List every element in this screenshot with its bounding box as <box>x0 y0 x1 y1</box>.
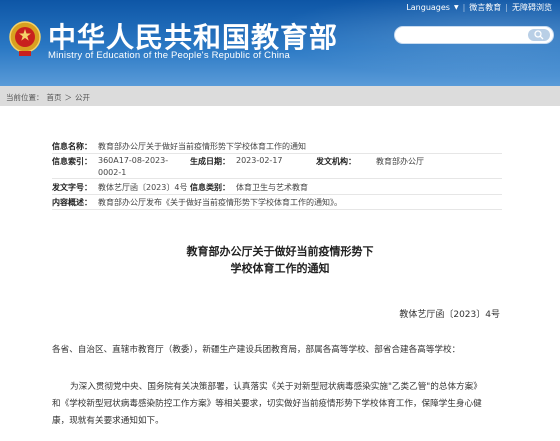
meta-value: 360A17-08-2023- <box>98 156 169 165</box>
national-emblem-icon <box>9 21 41 56</box>
body-paragraph-line3: 康，现就有关要求通知如下。 <box>52 416 164 426</box>
meta-label: 发文字号： <box>52 183 92 192</box>
top-links: Languages ▼ | 微言教育 | 无障碍浏览 <box>406 0 552 14</box>
meta-value: 教育部办公厅发布《关于做好当前疫情形势下学校体育工作的通知》。 <box>98 198 342 207</box>
document-number: 教体艺厅函〔2023〕4号 <box>399 310 500 320</box>
meta-row-summary: 内容概述： 教育部办公厅发布《关于做好当前疫情形势下学校体育工作的通知》。 <box>52 194 502 210</box>
divider: | <box>505 2 508 12</box>
breadcrumb-prefix: 当前位置： <box>6 93 44 102</box>
meta-label: 发文机构： <box>316 157 356 166</box>
meta-value: 教育部办公厅 <box>376 157 424 166</box>
breadcrumb: 当前位置： 首页＞公开 <box>6 92 93 103</box>
breadcrumb-home-link[interactable]: 首页 <box>47 93 62 102</box>
search-input[interactable] <box>394 26 554 44</box>
search-icon <box>534 30 544 40</box>
breadcrumb-separator: ＞ <box>64 93 73 102</box>
document-title-line2: 学校体育工作的通知 <box>230 262 330 275</box>
accessibility-link[interactable]: 无障碍浏览 <box>512 2 552 13</box>
search-button[interactable] <box>528 29 550 41</box>
body-paragraph: 为深入贯彻党中央、国务院有关决策部署，认真落实《关于对新型冠状病毒感染实施"乙类… <box>70 382 482 392</box>
meta-label: 内容概述： <box>52 198 92 207</box>
meta-value: 教育部办公厅关于做好当前疫情形势下学校体育工作的通知 <box>98 142 306 151</box>
breadcrumb-public-link[interactable]: 公开 <box>75 93 90 102</box>
chevron-down-icon[interactable]: ▼ <box>454 4 459 11</box>
meta-value: 教体艺厅函〔2023〕4号 <box>98 183 188 192</box>
site-subtitle: Ministry of Education of the People's Re… <box>48 50 290 61</box>
meta-row-index: 信息索引： 360A17-08-2023- 0002-1 生成日期： 2023-… <box>52 153 502 179</box>
document-title: 教育部办公厅关于做好当前疫情形势下 <box>186 245 374 258</box>
body-paragraph-line2: 和《学校新型冠状病毒感染防控工作方案》等相关要求，切实做好当前疫情形势下学校体育… <box>52 399 482 409</box>
meta-value: 0002-1 <box>98 168 127 177</box>
languages-link[interactable]: Languages <box>406 3 450 12</box>
meta-value: 体育卫生与艺术教育 <box>236 183 308 192</box>
meta-label: 信息名称： <box>52 142 92 151</box>
meta-label: 信息索引： <box>52 157 92 166</box>
meta-row-info-name: 信息名称： 教育部办公厅关于做好当前疫情形势下学校体育工作的通知 <box>52 138 502 154</box>
meta-row-docno: 发文字号： 教体艺厅函〔2023〕4号 信息类别： 体育卫生与艺术教育 <box>52 179 502 195</box>
site-header: 中华人民共和国教育部 Ministry of Education of the … <box>0 0 560 86</box>
meta-label: 信息类别： <box>190 183 230 192</box>
meta-label: 生成日期： <box>190 157 230 166</box>
divider: | <box>462 2 466 12</box>
meta-value: 2023-02-17 <box>236 156 283 165</box>
recipients-text: 各省、自治区、直辖市教育厅（教委），新疆生产建设兵团教育局，部属各高等学校、部省… <box>52 345 461 355</box>
weiyan-link[interactable]: 微言教育 <box>469 2 501 13</box>
